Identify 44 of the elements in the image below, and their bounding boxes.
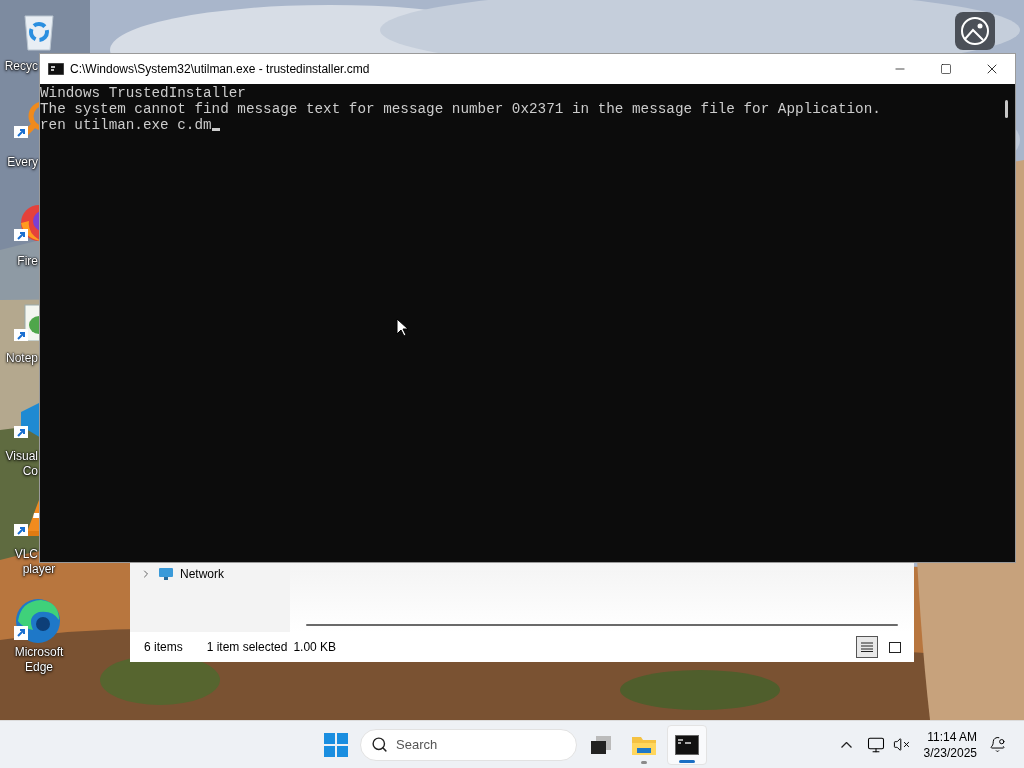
console-line: ren utilman.exe c.dm	[40, 117, 212, 133]
desktop-icon-label: Co	[22, 464, 38, 479]
search-bar[interactable]: Search	[360, 728, 577, 761]
mouse-pointer-icon	[396, 318, 408, 337]
nav-item-label: Network	[180, 566, 224, 583]
windows-logo-icon	[324, 732, 348, 757]
status-text: 1.00 KB	[293, 639, 337, 656]
maximize-icon	[940, 63, 952, 75]
chevron-up-icon	[841, 741, 853, 748]
console-line: The system cannot find message text for message number 0x2371 in the message file for Application.	[40, 101, 881, 117]
clock-date: 3/23/2025	[923, 744, 977, 761]
console-line: Windows TrustedInstaller	[40, 85, 246, 101]
horizontal-scrollbar[interactable]	[306, 624, 898, 626]
desktop-icon-label: Microsoft	[14, 645, 64, 660]
task-view-icon	[590, 734, 612, 755]
console-icon	[48, 63, 64, 75]
window-title: C:\Windows\System32\utilman.exe - trustedinstaller.cmd	[70, 61, 370, 78]
list-icon	[861, 642, 873, 652]
desktop-icon-label: Every	[7, 155, 38, 170]
notification-icon[interactable]	[989, 736, 1006, 753]
desktop-icon-label: Edge	[25, 660, 53, 675]
photo-app-icon[interactable]	[955, 12, 995, 50]
clock-time: 11:14 AM	[927, 728, 977, 745]
search-icon	[371, 736, 388, 753]
taskbar-app-button[interactable]	[667, 724, 707, 765]
status-text: 1 item selected	[206, 639, 288, 656]
text-cursor	[211, 128, 220, 131]
desktop-icon-label: Visual	[5, 449, 38, 464]
desktop-icon-label: Fire	[17, 254, 38, 269]
desktop-icon-label: Recyc	[4, 59, 38, 74]
scrollbar-thumb[interactable]	[1005, 100, 1008, 118]
desktop-icon-label: VLC	[14, 547, 38, 562]
recycle-bin-icon[interactable]	[21, 12, 57, 52]
terminal-icon	[675, 734, 699, 755]
volume-muted-icon[interactable]	[892, 736, 910, 753]
details-view-button[interactable]	[856, 636, 878, 658]
clock[interactable]: 11:14 AM 3/23/2025	[923, 728, 977, 761]
square-icon	[889, 641, 901, 653]
desktop-icon-label: player	[22, 562, 56, 577]
network-icon	[158, 567, 174, 581]
desktop-icon-label: Notep	[5, 351, 38, 366]
status-text: 6 items	[144, 639, 183, 656]
network-status-icon[interactable]	[866, 735, 885, 754]
search-field[interactable]: Search	[396, 734, 546, 755]
